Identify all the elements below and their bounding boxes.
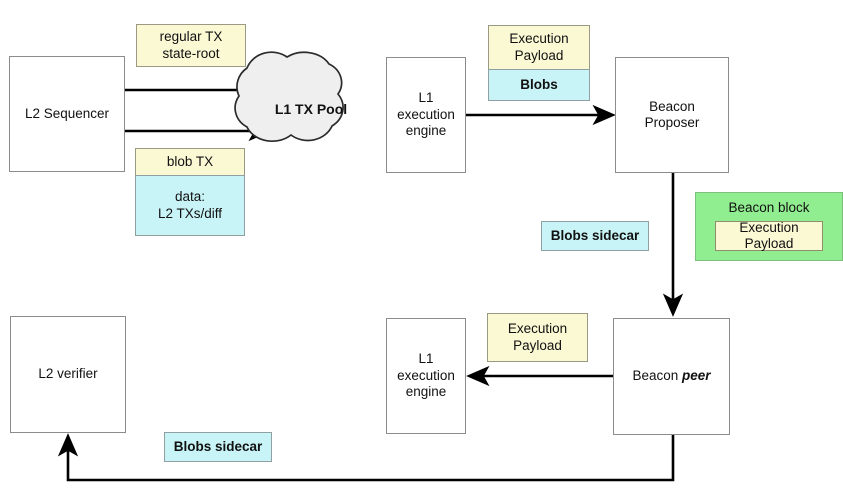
node-blobs-sidecar-bottom-label: Blobs sidecar [173,438,263,454]
node-l1-execution-engine-top-label: L1 execution engine [397,90,455,139]
node-beacon-peer[interactable]: Beacon peer [613,318,730,435]
node-l1-execution-engine-bottom-label: L1 execution engine [397,351,455,400]
node-beacon-proposer[interactable]: Beacon Proposer [615,57,729,173]
node-payload-top-label: Execution Payload [509,31,569,63]
node-payload-bottom[interactable]: Execution Payload [487,313,588,362]
node-blob-tx-header-label: blob TX [166,153,214,169]
node-blobs-sidecar-bottom[interactable]: Blobs sidecar [164,432,272,462]
node-beacon-peer-label: Beacon peer [632,368,710,384]
node-beacon-block-inner-label: Execution Payload [739,219,799,251]
node-beacon-block-title: Beacon block [728,200,810,215]
node-l1-execution-engine-bottom[interactable]: L1 execution engine [386,318,466,434]
node-blob-tx[interactable]: blob TX data: L2 TXs/diff [135,148,245,236]
node-payload-bottom-label: Execution Payload [507,321,568,353]
diagram-canvas: L2 Sequencer regular TX state-root blob … [0,0,843,504]
node-blob-tx-body: data: L2 TXs/diff [135,175,245,236]
node-l1-tx-pool[interactable]: L1 TX Pool [247,57,375,165]
node-beacon-proposer-label: Beacon Proposer [644,98,700,130]
node-blobs-top-label: Blobs [520,76,558,92]
node-payload-top: Execution Payload [488,25,590,70]
node-blobs-top: Blobs [488,69,590,101]
node-l1-tx-pool-label: L1 TX Pool [274,101,348,117]
node-beacon-block[interactable]: Beacon block Execution Payload [695,192,843,261]
node-blobs-sidecar-top-label: Blobs sidecar [550,227,640,243]
node-l2-sequencer-label: L2 Sequencer [24,105,110,121]
edge-peer-to-verifier [57,433,675,482]
node-blob-tx-body-label: data: L2 TXs/diff [157,189,223,221]
node-l2-verifier-label: L2 verifier [38,366,98,382]
node-blob-tx-header: blob TX [135,148,245,176]
node-beacon-peer-label-prefix: Beacon [632,368,682,384]
node-beacon-peer-label-emphasis: peer [682,368,711,384]
node-blobs-sidecar-top[interactable]: Blobs sidecar [541,221,649,251]
node-payload-blobs[interactable]: Execution Payload Blobs [488,25,590,101]
node-l1-execution-engine-top[interactable]: L1 execution engine [386,57,466,173]
node-regular-tx-label: regular TX state-root [159,29,223,61]
node-l2-sequencer[interactable]: L2 Sequencer [9,56,125,172]
node-l2-verifier[interactable]: L2 verifier [10,316,126,433]
node-beacon-block-inner: Execution Payload [715,219,823,251]
node-regular-tx[interactable]: regular TX state-root [136,24,246,67]
